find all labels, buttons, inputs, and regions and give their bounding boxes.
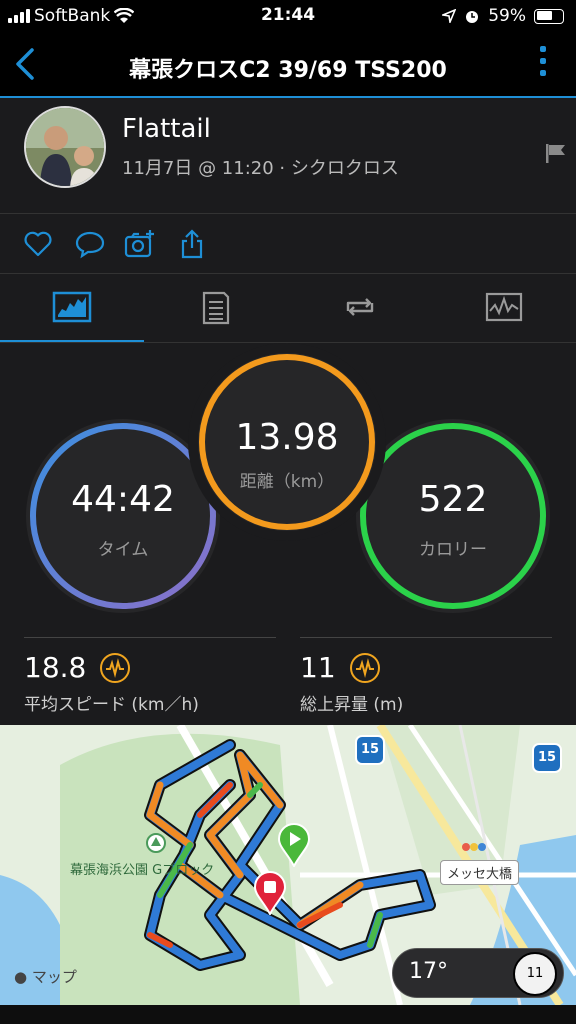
end-marker-icon[interactable] — [253, 871, 287, 915]
tab-charts[interactable] — [432, 275, 576, 343]
activity-title: 幕張クロスC2 39/69 TSS200 — [129, 58, 447, 83]
activity-date-type: 11月7日 @ 11:20 · シクロクロス — [122, 158, 399, 179]
nav-bar: 幕張クロスC2 39/69 TSS200 — [0, 32, 576, 98]
elevation-wave-icon — [349, 652, 380, 683]
athlete-name[interactable]: Flattail — [122, 114, 211, 144]
activity-header: Flattail 11月7日 @ 11:20 · シクロクロス — [0, 100, 576, 214]
park-label: 幕張海浜公園 Gブロック — [70, 863, 215, 878]
elevation-label: 総上昇量 (m) — [300, 695, 404, 715]
activity-tabs — [0, 275, 576, 343]
share-icon[interactable] — [178, 228, 210, 260]
maps-attribution-text: マップ — [31, 968, 77, 986]
overview-chart-icon — [52, 291, 92, 323]
distance-value: 13.98 — [235, 417, 339, 458]
avg-speed-stat: 18.8 平均スピード (km／h) — [24, 651, 199, 715]
time-value: 44:42 — [71, 479, 175, 520]
calories-label: カロリー — [419, 540, 487, 560]
status-bar: SoftBank 21:44 59% — [0, 0, 576, 32]
status-right: 59% — [442, 6, 564, 26]
bridge-label: メッセ大橋 — [440, 860, 520, 885]
elevation-value: 11 — [300, 651, 336, 684]
stats-divider-right — [300, 637, 552, 638]
stats-row: 18.8 平均スピード (km／h) 11 総上昇量 (m) — [0, 633, 576, 725]
start-marker-icon[interactable] — [277, 823, 311, 867]
bottom-bar — [0, 1005, 576, 1024]
summary-circles: 44:42 タイム 522 カロリー 13.98 距離（km） — [0, 343, 576, 633]
wind-value: 11 — [526, 966, 544, 981]
elevation-stat: 11 総上昇量 (m) — [300, 651, 403, 715]
avatar[interactable] — [24, 106, 106, 188]
flag-icon[interactable] — [544, 142, 568, 164]
wind-dial: 11 — [513, 952, 557, 996]
battery-icon — [534, 8, 564, 24]
tab-laps[interactable] — [288, 275, 432, 343]
comment-icon[interactable] — [74, 228, 106, 260]
location-icon — [442, 9, 457, 23]
weather-widget[interactable]: 17° 11 — [392, 948, 564, 998]
like-heart-icon[interactable] — [22, 228, 54, 260]
charts-graph-icon — [485, 292, 523, 322]
alarm-icon — [466, 11, 479, 23]
back-arrow-icon[interactable] — [10, 46, 40, 82]
calories-value: 522 — [418, 479, 488, 520]
tab-overview[interactable] — [0, 275, 144, 343]
laps-repeat-icon — [346, 298, 374, 316]
battery-percent: 59% — [488, 6, 526, 26]
apple-logo-icon: ● — [14, 968, 28, 986]
route-shield-badge: 15 — [355, 735, 385, 765]
distance-circle: 13.98 距離（km） — [188, 343, 386, 541]
speed-wave-icon — [100, 652, 131, 683]
add-photo-icon[interactable] — [124, 228, 156, 260]
route-shield-badge-2: 15 — [532, 743, 562, 773]
avg-speed-label: 平均スピード (km／h) — [24, 695, 199, 715]
temperature-value: 17° — [409, 959, 448, 984]
action-bar — [0, 214, 576, 274]
apple-maps-attribution[interactable]: ● マップ — [14, 966, 77, 987]
tab-stats[interactable] — [144, 275, 288, 343]
stats-list-icon — [202, 291, 230, 325]
time-label: タイム — [97, 540, 149, 560]
distance-label: 距離（km） — [239, 472, 335, 492]
stats-divider-left — [24, 637, 276, 638]
more-menu-icon[interactable] — [538, 46, 548, 82]
avg-speed-value: 18.8 — [24, 651, 87, 684]
